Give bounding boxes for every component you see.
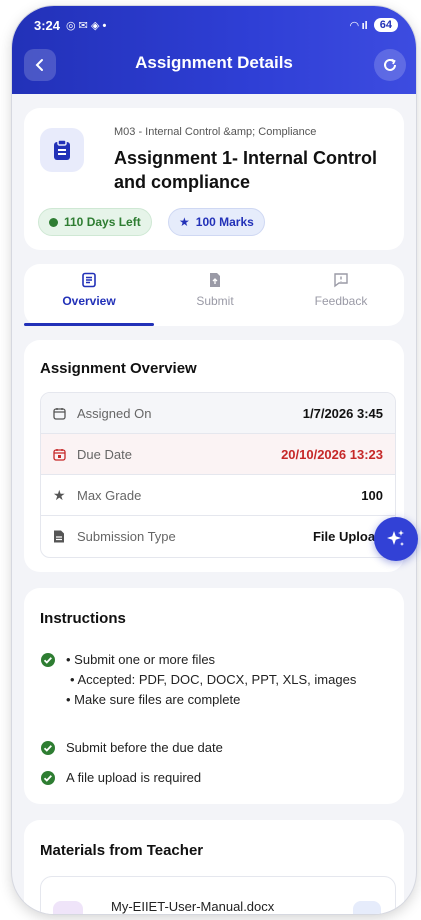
overview-card: Assignment Overview Assigned On 1/7/2026… bbox=[24, 340, 404, 572]
tab-overview[interactable]: Overview bbox=[26, 272, 152, 322]
refresh-button[interactable] bbox=[374, 49, 406, 81]
marks-badge: ★ 100 Marks bbox=[168, 208, 265, 236]
star-icon: ★ bbox=[179, 215, 190, 229]
overview-table: Assigned On 1/7/2026 3:45 Due Date 20/10… bbox=[40, 392, 396, 558]
calendar-icon bbox=[53, 407, 77, 420]
notification-icons: ◎ ✉ ◈ • bbox=[66, 19, 107, 32]
days-left-badge: 110 Days Left bbox=[38, 208, 152, 236]
due-date-label: Due Date bbox=[77, 446, 132, 462]
max-grade-value: 100 bbox=[361, 487, 383, 503]
assignment-title: Assignment 1- Internal Control and compl… bbox=[114, 148, 378, 192]
instruction-item-due: Submit before the due date bbox=[40, 738, 386, 762]
clipboard-icon bbox=[40, 128, 84, 172]
marks-text: 100 Marks bbox=[195, 215, 254, 229]
app-header: 3:24 ◎ ✉ ◈ • ◠ ıl 64 Assignment Details bbox=[12, 6, 416, 94]
assigned-on-label: Assigned On bbox=[77, 405, 152, 421]
feedback-icon bbox=[334, 273, 348, 288]
page-title: Assignment Details bbox=[135, 53, 293, 72]
instructions-card: Instructions • Submit one or more files … bbox=[24, 588, 404, 804]
row-submission-type: Submission Type File Upload bbox=[41, 516, 395, 557]
max-grade-label: Max Grade bbox=[77, 487, 142, 503]
tab-overview-label: Overview bbox=[62, 294, 116, 308]
materials-title: Materials from Teacher bbox=[40, 842, 204, 859]
file-icon bbox=[53, 530, 77, 543]
ai-assistant-button[interactable] bbox=[374, 517, 418, 561]
module-label: M03 - Internal Control &amp; Compliance bbox=[114, 126, 317, 138]
submission-type-label: Submission Type bbox=[77, 529, 176, 544]
download-icon[interactable] bbox=[353, 901, 381, 914]
check-circle-icon bbox=[40, 768, 56, 792]
instruction-line-complete: • Make sure files are complete bbox=[66, 692, 241, 707]
tab-submit-label: Submit bbox=[196, 294, 234, 308]
row-max-grade: ★ Max Grade 100 bbox=[41, 475, 395, 516]
sparkle-icon bbox=[387, 530, 404, 546]
status-bar: 3:24 ◎ ✉ ◈ • ◠ ıl 64 bbox=[34, 14, 398, 36]
instruction-item-files: • Submit one or more files • Accepted: P… bbox=[40, 650, 386, 710]
instruction-line-accepted-types: • Accepted: PDF, DOC, DOCX, PPT, XLS, im… bbox=[70, 672, 357, 687]
instruction-upload-text: A file upload is required bbox=[66, 770, 202, 785]
status-time: 3:24 bbox=[34, 17, 61, 33]
instructions-title: Instructions bbox=[40, 610, 126, 627]
document-icon bbox=[53, 901, 83, 914]
row-assigned-on: Assigned On 1/7/2026 3:45 bbox=[41, 393, 395, 434]
assignment-header-card: M03 - Internal Control &amp; Compliance … bbox=[24, 108, 404, 250]
check-circle-icon bbox=[40, 650, 56, 674]
calendar-due-icon bbox=[53, 448, 77, 461]
check-circle-icon bbox=[40, 738, 56, 762]
tab-submit[interactable]: Submit bbox=[152, 272, 278, 322]
days-left-text: 110 Days Left bbox=[64, 215, 141, 229]
tab-feedback-label: Feedback bbox=[314, 294, 368, 308]
phone-screen: 3:24 ◎ ✉ ◈ • ◠ ıl 64 Assignment Details … bbox=[12, 6, 416, 914]
materials-card: Materials from Teacher My-EIIET-User-Man… bbox=[24, 820, 404, 914]
material-file-item[interactable]: My-EIIET-User-Manual.docx bbox=[40, 876, 396, 914]
file-upload-icon bbox=[210, 273, 220, 287]
due-date-value: 20/10/2026 13:23 bbox=[281, 446, 383, 462]
tab-feedback[interactable]: Feedback bbox=[278, 272, 404, 322]
instruction-due-text: Submit before the due date bbox=[66, 740, 223, 755]
document-list-icon bbox=[82, 272, 96, 288]
active-tab-indicator bbox=[24, 323, 154, 326]
battery-badge: 64 bbox=[373, 18, 398, 32]
clock-icon bbox=[49, 217, 58, 227]
material-file-name: My-EIIET-User-Manual.docx bbox=[111, 899, 275, 914]
refresh-icon bbox=[384, 58, 396, 71]
overview-title: Assignment Overview bbox=[40, 360, 197, 377]
instruction-item-upload: A file upload is required bbox=[40, 768, 386, 792]
tab-bar: Overview Submit Feedback bbox=[24, 264, 404, 326]
row-due-date: Due Date 20/10/2026 13:23 bbox=[41, 434, 395, 475]
wifi-icon: ◠ ıl bbox=[350, 19, 368, 32]
star-icon: ★ bbox=[53, 486, 66, 503]
submission-type-value: File Upload bbox=[312, 529, 383, 544]
instruction-line-submit-files: • Submit one or more files bbox=[66, 652, 216, 667]
assigned-on-value: 1/7/2026 3:45 bbox=[302, 405, 383, 421]
